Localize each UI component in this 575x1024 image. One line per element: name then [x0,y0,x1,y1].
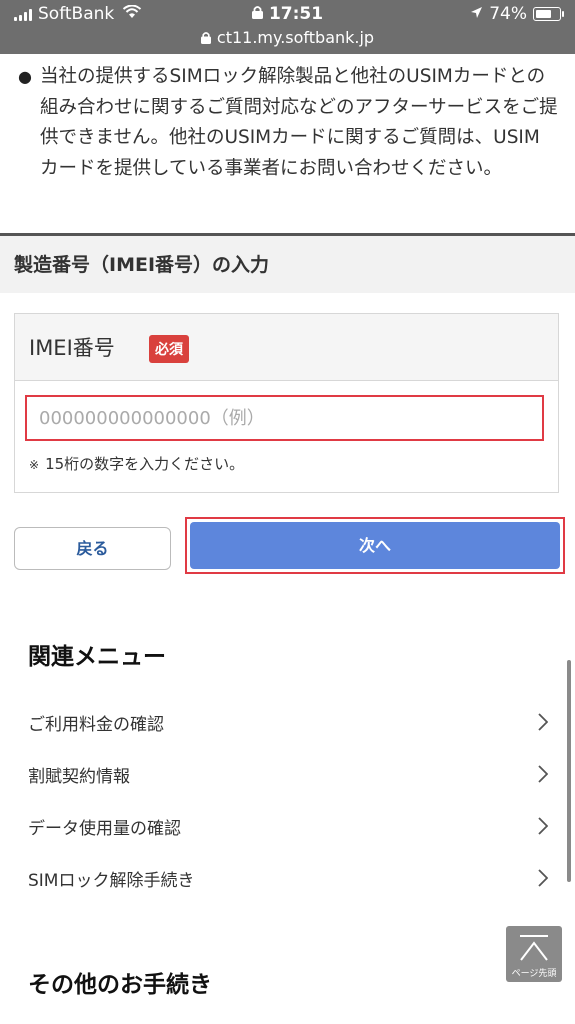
imei-form: IMEI番号 必須 ※ 15桁の数字を入力ください。 [14,313,559,493]
url-bar[interactable]: ct11.my.softbank.jp [0,28,575,48]
page-top-label: ページ先頭 [511,969,557,979]
other-procedures-title: その他のお手続き [28,972,212,998]
url-text: ct11.my.softbank.jp [216,28,375,47]
section-heading: 製造番号（IMEI番号）の入力 [0,233,575,293]
chevron-right-icon [533,816,553,836]
menu-item-label: データ使用量の確認 [28,818,181,839]
note-mark-icon: ※ [29,458,40,472]
page-top-button[interactable]: ページ先頭 [506,926,562,982]
battery-icon [533,7,564,21]
scrollbar[interactable] [567,660,571,882]
next-button[interactable]: 次へ [190,522,560,569]
lock-icon [200,29,211,48]
status-right: 74% [470,4,564,24]
chevron-right-icon [533,712,553,732]
menu-item-billing[interactable]: ご利用料金の確認 [28,702,553,742]
location-icon [470,4,483,24]
menu-item-label: SIMロック解除手続き [28,870,195,891]
imei-label: IMEI番号 [29,336,115,360]
imei-hint-text: 15桁の数字を入力ください。 [45,455,245,473]
battery-fill [536,10,551,18]
status-bar: SoftBank 17:51 74% ct11.my.softbank.jp [0,0,575,54]
bullet-icon: ● [18,67,32,86]
chevron-right-icon [533,868,553,888]
required-badge: 必須 [149,335,189,363]
section-title: 製造番号（IMEI番号）の入力 [14,254,270,276]
battery-percent: 74% [489,4,527,24]
status-time: 17:51 [268,4,324,24]
menu-item-data-usage[interactable]: データ使用量の確認 [28,806,553,846]
notice-text: 当社の提供するSIMロック解除製品と他社のUSIMカードとの組み合わせに関するご… [40,66,558,179]
menu-item-label: 割賦契約情報 [28,766,130,787]
menu-item-label: ご利用料金の確認 [28,714,164,735]
imei-hint: ※ 15桁の数字を入力ください。 [29,453,244,474]
notice: ● 当社の提供するSIMロック解除製品と他社のUSIMカードとの組み合わせに関す… [18,62,558,184]
back-button[interactable]: 戻る [14,527,171,570]
arrow-up-icon [520,935,548,961]
menu-item-sim-unlock[interactable]: SIMロック解除手続き [28,858,553,898]
related-menu-title: 関連メニュー [28,644,166,670]
lock-icon [251,4,263,24]
chevron-right-icon [533,764,553,784]
menu-item-installment[interactable]: 割賦契約情報 [28,754,553,794]
imei-field-header: IMEI番号 必須 [15,314,558,381]
imei-input[interactable] [25,395,544,441]
